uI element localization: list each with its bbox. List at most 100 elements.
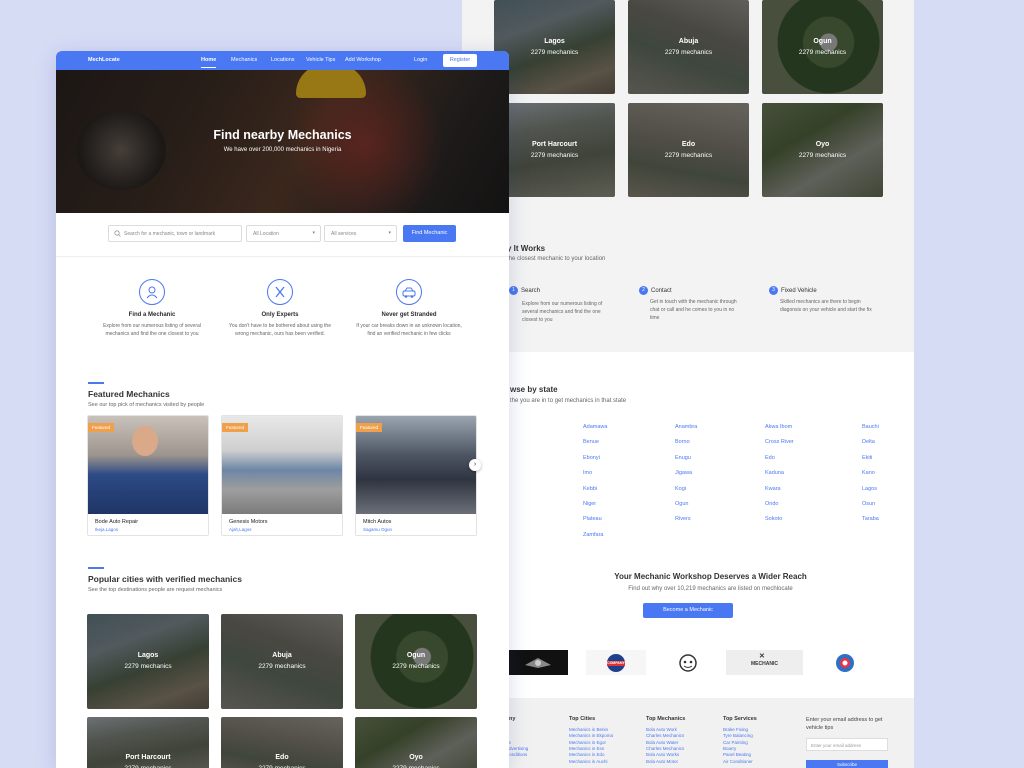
section-accent — [88, 382, 104, 384]
state-link[interactable]: Bauchi — [862, 424, 879, 430]
state-link[interactable]: Plateau — [583, 516, 602, 522]
city-tile-lagos[interactable]: Lagos 2279 mechanics — [87, 614, 209, 709]
footer-link[interactable]: Air Conditioner — [723, 759, 753, 765]
state-link[interactable]: Ondo — [765, 501, 778, 507]
step-desc: Skilled mechanics are there to begin dia… — [780, 299, 872, 313]
main-page: MechLocate Home Mechanics Locations Vehi… — [56, 51, 509, 768]
hero-banner: Find nearby Mechanics We have over 200,0… — [56, 70, 509, 213]
state-link[interactable]: Kwara — [765, 486, 781, 492]
state-link[interactable]: Kaduna — [765, 470, 784, 476]
state-link[interactable]: Osun — [862, 501, 875, 507]
state-link[interactable]: Taraba — [862, 516, 879, 522]
state-link[interactable]: Adamawa — [583, 424, 607, 430]
footer-link[interactable]: Mechanics in Auchi — [569, 759, 608, 765]
state-link[interactable]: Kebbi — [583, 486, 597, 492]
state-link[interactable]: Benue — [583, 439, 599, 445]
step-desc: Get in touch with the mechanic through c… — [650, 299, 737, 321]
state-link[interactable]: Rivers — [675, 516, 691, 522]
services-select[interactable]: All services ▾ — [324, 225, 397, 242]
city-name: Abuja — [678, 37, 699, 45]
nav-mechanics[interactable]: Mechanics — [231, 57, 257, 63]
footer-link[interactable]: Bola Auto Motor — [646, 759, 678, 765]
city-name: Lagos — [544, 37, 565, 45]
city-name: Oyo — [815, 140, 830, 148]
state-link[interactable]: Ekiti — [862, 455, 872, 461]
city-tile-oyo-back[interactable]: Oyo 2279 mechanics — [762, 103, 883, 197]
step-number: 3 — [769, 286, 778, 295]
become-mechanic-button[interactable]: Become a Mechanic — [643, 603, 733, 618]
subscribe-button[interactable]: Subscribe — [806, 760, 888, 768]
city-tile-abuja[interactable]: Abuja 2279 mechanics — [221, 614, 343, 709]
state-link[interactable]: Anambra — [675, 424, 697, 430]
mechanic-card[interactable]: Featured Mitch Autos Sagamu Ogun — [355, 415, 477, 536]
footer-col-title: Top Services — [723, 716, 757, 722]
city-tile-oyo[interactable]: Oyo 2279 mechanics — [355, 717, 477, 768]
state-link[interactable]: Jigawa — [675, 470, 692, 476]
cta-subtitle: Find out why over 10,219 mechanics are l… — [628, 586, 793, 592]
state-link[interactable]: Edo — [765, 455, 775, 461]
mechanic-card[interactable]: Featured Genesis Motors Ajah,Lagos — [221, 415, 343, 536]
site-logo[interactable]: MechLocate — [88, 57, 120, 63]
state-link[interactable]: Cross River — [765, 439, 794, 445]
state-link[interactable]: Imo — [583, 470, 592, 476]
step-desc: Explore from our numerous listing of sev… — [522, 301, 603, 323]
state-link[interactable]: Ebonyi — [583, 455, 600, 461]
state-link[interactable]: Borno — [675, 439, 690, 445]
nav-locations[interactable]: Locations — [271, 57, 295, 63]
popular-subtitle: See the top destinations people are requ… — [88, 587, 223, 593]
car-repair-icon — [396, 279, 422, 305]
state-link[interactable]: Akwa Ibom — [765, 424, 792, 430]
state-link[interactable]: Delta — [862, 439, 875, 445]
state-link[interactable]: Niger — [583, 501, 596, 507]
search-bar: Search for a mechanic, town or landmark … — [56, 213, 509, 257]
city-name: Lagos — [137, 652, 159, 659]
mechanic-location: Ajah,Lagos — [229, 527, 252, 532]
nav-vehicle-tips[interactable]: Vehicle Tips — [306, 57, 335, 63]
chevron-right-icon: › — [473, 461, 477, 468]
city-name: Port Harcourt — [531, 140, 578, 148]
carousel-next-button[interactable]: › — [469, 459, 481, 471]
cta-title: Your Mechanic Workshop Deserves a Wider … — [614, 572, 807, 581]
city-tile-lagos-back[interactable]: Lagos 2279 mechanics — [494, 0, 615, 94]
login-link[interactable]: Login — [414, 57, 427, 63]
feature-desc: You don't have to be bothered about usin… — [229, 323, 331, 337]
mechanic-card[interactable]: Featured Bode Auto Repair Ikeja,Lagos — [87, 415, 209, 536]
state-link[interactable]: Kano — [862, 470, 875, 476]
register-button[interactable]: Register — [443, 54, 477, 67]
footer-col-title: Top Cities — [569, 716, 596, 722]
state-link[interactable]: Sokoto — [765, 516, 782, 522]
state-link[interactable]: Lagos — [862, 486, 877, 492]
featured-title: Featured Mechanics — [88, 389, 170, 399]
newsletter-email-input[interactable]: Enter your email address — [806, 738, 888, 751]
location-select[interactable]: All Location ▾ — [246, 225, 321, 242]
mechanic-location: Sagamu Ogun — [363, 527, 393, 532]
city-count: 2279 mechanics — [530, 48, 579, 56]
city-tile-abuja-back[interactable]: Abuja 2279 mechanics — [628, 0, 749, 94]
city-tile-port-harcourt[interactable]: Port Harcourt 2279 mechanics — [87, 717, 209, 768]
state-link[interactable]: Kogi — [675, 486, 686, 492]
how-title: y It Works — [507, 244, 546, 253]
state-link[interactable]: Zamfara — [583, 532, 603, 538]
city-tile-port-harcourt-back[interactable]: Port Harcourt 2279 mechanics — [494, 103, 615, 197]
search-icon — [114, 230, 121, 237]
services-select-value: All services — [331, 231, 357, 237]
footer-col-title: Top Mechanics — [646, 716, 686, 722]
step-title: Search — [521, 288, 541, 294]
featured-subtitle: See our top pick of mechanics visited by… — [88, 402, 205, 408]
mechanic-logo: ✕ MECHANIC — [726, 650, 803, 675]
city-tile-ogun-back[interactable]: Ogun 2279 mechanics — [762, 0, 883, 94]
city-tile-edo-back[interactable]: Edo 2279 mechanics — [628, 103, 749, 197]
find-mechanic-button[interactable]: Find Mechanic — [403, 225, 456, 242]
nav-add-workshop[interactable]: Add Workshop — [345, 57, 381, 63]
city-tile-edo[interactable]: Edo 2279 mechanics — [221, 717, 343, 768]
step-title: Contact — [651, 288, 672, 294]
state-link[interactable]: Ogun — [675, 501, 688, 507]
search-input[interactable]: Search for a mechanic, town or landmark — [108, 225, 242, 242]
footer-link[interactable]: Conditions — [506, 752, 527, 758]
step-number: 2 — [639, 286, 648, 295]
chevron-down-icon: ▾ — [388, 230, 391, 236]
state-link[interactable]: Enugu — [675, 455, 691, 461]
newsletter-text: Enter your email address to get vehicle … — [806, 717, 883, 731]
city-tile-ogun[interactable]: Ogun 2279 mechanics — [355, 614, 477, 709]
nav-home[interactable]: Home — [201, 57, 217, 68]
